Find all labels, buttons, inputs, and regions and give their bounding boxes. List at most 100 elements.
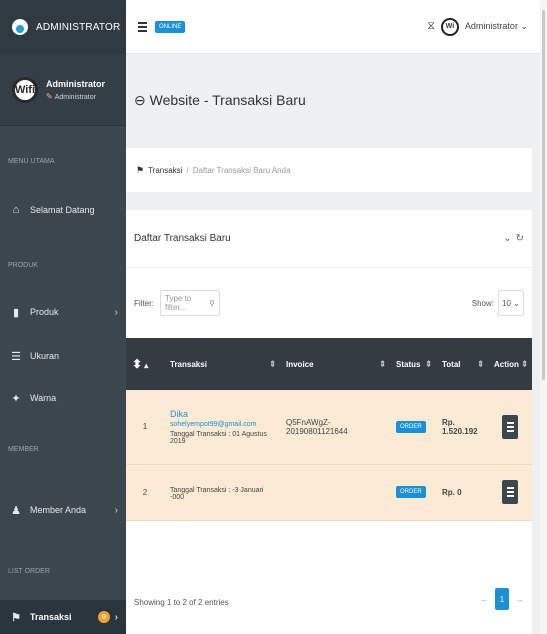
transaction-card: Daftar Transaksi Baru ⌄ ↻ Filter: Type t…: [126, 210, 532, 634]
transaksi-cell: Dika sohelyempot99@gmail.com Tanggal Tra…: [164, 390, 280, 464]
transaksi-cell: Tanggal Transaksi : -3 Januari -000: [164, 464, 280, 520]
sort-icon: ⇕: [379, 359, 386, 369]
sidebar-item-label: Selamat Datang: [30, 205, 95, 215]
breadcrumb-separator: /: [186, 165, 189, 175]
sidebar-item-label: Ukuran: [30, 351, 60, 361]
transactions-table: ⬍ ▴ Transaksi ⇕ Invoice ⇕ Status ⇕ Total ⇕ A…: [126, 338, 532, 521]
table-header-row: ⬍ ▴ Transaksi ⇕ Invoice ⇕ Status ⇕ Total ⇕ A…: [126, 338, 532, 390]
brand-logo-icon: [12, 19, 28, 35]
chevron-right-icon: ›: [114, 306, 118, 318]
hourglass-icon[interactable]: ⧖: [427, 20, 435, 33]
action-cell: [488, 390, 532, 464]
col-header-invoice[interactable]: Invoice ⇕: [280, 338, 390, 390]
next-page-button[interactable]: →: [515, 594, 524, 604]
section-menu-utama: MENU UTAMA: [8, 158, 55, 165]
sidebar-item-ukuran[interactable]: ☰ Ukuran: [0, 342, 126, 370]
sidebar-item-warna[interactable]: ✦ Warna: [0, 384, 126, 412]
section-member: MEMBER: [8, 446, 39, 453]
filter-input[interactable]: Type to filter... ⚲: [160, 290, 220, 316]
filter-label: Filter:: [134, 298, 154, 308]
user-icon: ♟: [11, 504, 21, 517]
customer-email[interactable]: sohelyempot99@gmail.com: [170, 421, 274, 428]
total-cell: Rp. 1.520.192: [442, 417, 478, 436]
col-header-total[interactable]: Total ⇕: [436, 338, 488, 390]
status-badge: ORDER: [396, 486, 426, 498]
row-number: 1: [142, 422, 148, 432]
page-title: ⊖ Website - Transaksi Baru: [134, 92, 306, 109]
sidebar-item-label: Transaksi: [30, 612, 72, 622]
invoice-cell: Q5FnAWgZ-20190801121644: [286, 417, 348, 436]
topbar: ONLINE ⧖ Wi Administrator ⌄: [126, 0, 540, 54]
action-menu-button[interactable]: [502, 480, 518, 504]
sidebar-item-transaksi[interactable]: ⚑ Transaksi 0 ›: [0, 600, 126, 634]
table-info: Showing 1 to 2 of 2 entries: [134, 598, 229, 607]
refresh-icon[interactable]: ↻: [516, 233, 524, 244]
status-badge: ORDER: [396, 420, 426, 433]
table-row: 2 Tanggal Transaksi : -3 Januari -000 OR…: [126, 464, 532, 520]
transaction-date: Tanggal Transaksi : 01 Agustus 2019: [170, 430, 267, 445]
page-title-text: Website - Transaksi Baru: [149, 92, 306, 108]
col-header-label: Action: [494, 359, 519, 369]
sort-icon: ⇕: [425, 359, 432, 369]
chevron-down-icon: ⌄: [513, 298, 520, 308]
profile-panel: Wifi Administrator ✎ Administrator: [0, 54, 126, 126]
card-title: Daftar Transaksi Baru: [134, 233, 231, 244]
breadcrumb-root[interactable]: Transaksi: [148, 166, 182, 175]
sidebar-item-selamat-datang[interactable]: ⌂ Selamat Datang: [0, 196, 126, 224]
sidebar-item-label: Warna: [30, 393, 57, 403]
chevron-right-icon: ›: [114, 611, 118, 623]
chevron-down-icon: ⌄: [520, 21, 528, 31]
action-menu-button[interactable]: [502, 414, 518, 439]
col-header-action[interactable]: Action ⇕: [488, 338, 532, 390]
flag-icon: ⚑: [136, 164, 145, 175]
user-name: Administrator: [464, 21, 518, 31]
home-icon: ⌂: [12, 204, 20, 216]
prev-page-button[interactable]: ←: [480, 594, 489, 604]
sidebar-item-label: Member Anda: [30, 505, 87, 515]
notification-badge: 0: [98, 611, 110, 623]
user-menu[interactable]: Administrator ⌄: [465, 21, 528, 32]
action-cell: [488, 464, 532, 520]
col-header-transaksi[interactable]: Transaksi ⇕: [164, 338, 280, 390]
bottle-icon: ▮: [12, 306, 20, 319]
page-size-select[interactable]: 10 ⌄: [498, 290, 524, 316]
section-list-order: LIST ORDER: [8, 568, 50, 575]
flag-icon: ⚑: [11, 611, 21, 624]
invoice-cell: [280, 464, 390, 520]
filter-placeholder: Type to filter...: [165, 294, 192, 312]
scrollbar[interactable]: [540, 0, 547, 634]
status-cell: ORDER: [390, 390, 436, 464]
sort-icon: ⬍: [132, 357, 143, 371]
breadcrumb: ⚑ Transaksi / Daftar Transaksi Baru Anda: [126, 148, 532, 192]
customer-name[interactable]: Dika: [170, 409, 274, 419]
collapse-icon[interactable]: ⌄: [503, 233, 511, 244]
sidebar-item-produk[interactable]: ▮ Produk ›: [0, 298, 126, 326]
sort-icon: ⇕: [477, 359, 484, 369]
menu-toggle-icon[interactable]: [138, 21, 147, 32]
search-icon: ⚲: [209, 298, 215, 308]
sort-asc-icon: ▴: [144, 361, 149, 370]
col-header-status[interactable]: Status ⇕: [390, 338, 436, 390]
scrollbar-thumb[interactable]: [542, 10, 545, 380]
col-header-number[interactable]: ⬍ ▴: [126, 338, 164, 390]
sidebar-item-label: Produk: [30, 307, 59, 317]
user-avatar[interactable]: Wi: [440, 17, 459, 36]
avatar[interactable]: Wifi: [12, 76, 38, 103]
col-header-label: Invoice: [286, 359, 314, 369]
total-cell: Rp. 0: [442, 487, 462, 497]
profile-role: Administrator: [54, 93, 96, 101]
status-badge: ONLINE: [155, 20, 186, 33]
breadcrumb-current: Daftar Transaksi Baru Anda: [192, 165, 291, 175]
section-produk: PRODUK: [8, 262, 38, 269]
sidebar: ADMINISTRATOR Wifi Administrator ✎ Admini…: [0, 0, 126, 634]
sort-icon: ⇕: [521, 359, 528, 369]
row-number: 2: [142, 487, 148, 497]
table-row: 1 Dika sohelyempot99@gmail.com Tanggal T…: [126, 390, 532, 464]
chevron-right-icon: ›: [114, 504, 118, 516]
sort-icon: ⇕: [269, 359, 276, 369]
back-arrow-icon[interactable]: ⊖: [134, 92, 146, 108]
sidebar-item-member-anda[interactable]: ♟ Member Anda ›: [0, 496, 126, 524]
page-button-1[interactable]: 1: [495, 588, 509, 610]
brand-bar[interactable]: ADMINISTRATOR: [0, 0, 126, 54]
col-header-label: Status: [396, 359, 421, 369]
